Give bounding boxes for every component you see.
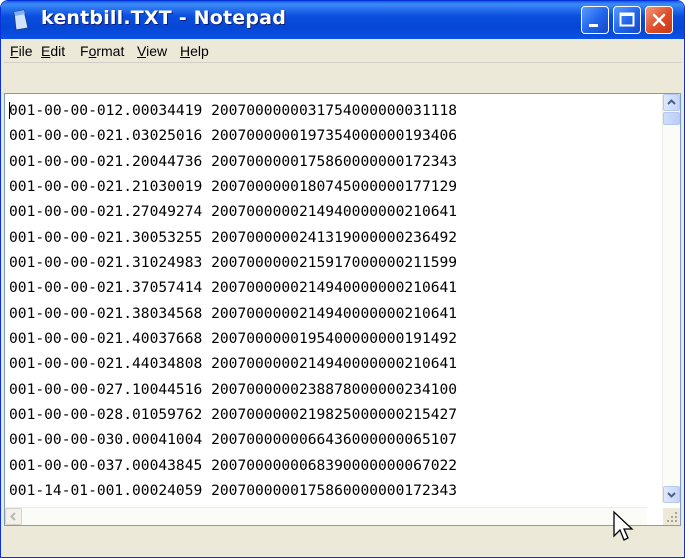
- resize-grip[interactable]: [663, 508, 680, 525]
- menu-format-pre: F: [80, 43, 89, 59]
- menu-view-label: iew: [146, 43, 168, 59]
- chevron-up-icon: [667, 99, 676, 105]
- menu-edit-label: dit: [50, 43, 66, 59]
- text-line: 001-00-00-030.00041004 20070000000664360…: [9, 431, 458, 449]
- text-line: 001-00-00-021.40037668 20070000001954000…: [9, 330, 458, 348]
- text-content[interactable]: 001-00-00-012.00034419 20070000000317540…: [9, 98, 651, 498]
- text-line: 001-00-00-028.01059762 20070000002198250…: [9, 406, 458, 424]
- text-line: 001-00-00-021.30053255 20070000002413190…: [9, 228, 458, 246]
- text-line: 001-14-01-001.00024059 20070000001758600…: [9, 482, 458, 498]
- menu-file-label: ile: [18, 43, 33, 59]
- text-line: 001-00-00-021.20044736 20070000001758600…: [9, 152, 458, 170]
- maximize-icon: [619, 12, 635, 27]
- chevron-down-icon: [667, 492, 676, 498]
- menu-format[interactable]: Format: [80, 43, 124, 59]
- menu-help[interactable]: Help: [180, 43, 209, 59]
- text-editor[interactable]: 001-00-00-012.00034419 20070000000317540…: [4, 93, 681, 526]
- text-line: 001-00-00-012.00034419 20070000000317540…: [9, 102, 458, 119]
- mouse-pointer-icon: [613, 510, 634, 541]
- menu-help-accel: H: [180, 43, 191, 59]
- vertical-scroll-thumb[interactable]: [663, 112, 680, 125]
- menu-view[interactable]: View: [137, 43, 167, 59]
- resize-grip-icon: [667, 512, 677, 522]
- notepad-window: kentbill.TXT - Notepad File Edit Format …: [0, 0, 685, 558]
- close-button[interactable]: [645, 6, 673, 34]
- window-bottom-frame: [1, 526, 684, 557]
- menu-file[interactable]: File: [10, 43, 33, 59]
- chevron-left-icon: [10, 512, 16, 521]
- scroll-left-button[interactable]: [5, 508, 22, 525]
- vertical-scrollbar[interactable]: [662, 94, 680, 503]
- menu-help-label: elp: [190, 43, 209, 59]
- text-line: 001-00-00-021.44034808 20070000002149400…: [9, 355, 458, 373]
- text-line: 001-00-00-021.31024983 20070000002159170…: [9, 254, 458, 272]
- menu-edit-accel: E: [41, 43, 51, 59]
- text-line: 001-00-00-037.00043845 20070000000683900…: [9, 456, 458, 474]
- minimize-button[interactable]: [581, 6, 609, 34]
- menu-file-accel: F: [10, 43, 19, 59]
- title-bar[interactable]: kentbill.TXT - Notepad: [1, 1, 684, 39]
- text-line: 001-00-00-021.21030019 20070000001807450…: [9, 178, 458, 196]
- window-title: kentbill.TXT - Notepad: [41, 7, 287, 29]
- maximize-button[interactable]: [613, 6, 641, 34]
- text-line: 001-00-00-021.03025016 20070000001973540…: [9, 127, 458, 145]
- text-line: 001-00-00-021.38034568 20070000002149400…: [9, 304, 458, 322]
- text-caret: [9, 102, 10, 119]
- scroll-up-button[interactable]: [663, 94, 680, 111]
- text-line: 001-00-00-021.27049274 20070000002149400…: [9, 203, 458, 221]
- menu-edit[interactable]: Edit: [41, 43, 65, 59]
- scroll-down-button[interactable]: [663, 486, 680, 503]
- menu-bar: File Edit Format View Help: [4, 39, 681, 63]
- minimize-icon: [589, 24, 598, 27]
- horizontal-scrollbar[interactable]: [5, 507, 647, 525]
- text-line: 001-00-00-021.37057414 20070000002149400…: [9, 279, 458, 297]
- menu-format-label: rmat: [96, 43, 125, 59]
- close-icon: [652, 13, 666, 27]
- text-line: 001-00-00-027.10044516 20070000002388780…: [9, 380, 458, 398]
- menu-view-accel: V: [137, 43, 147, 59]
- notepad-app-icon[interactable]: [11, 9, 31, 31]
